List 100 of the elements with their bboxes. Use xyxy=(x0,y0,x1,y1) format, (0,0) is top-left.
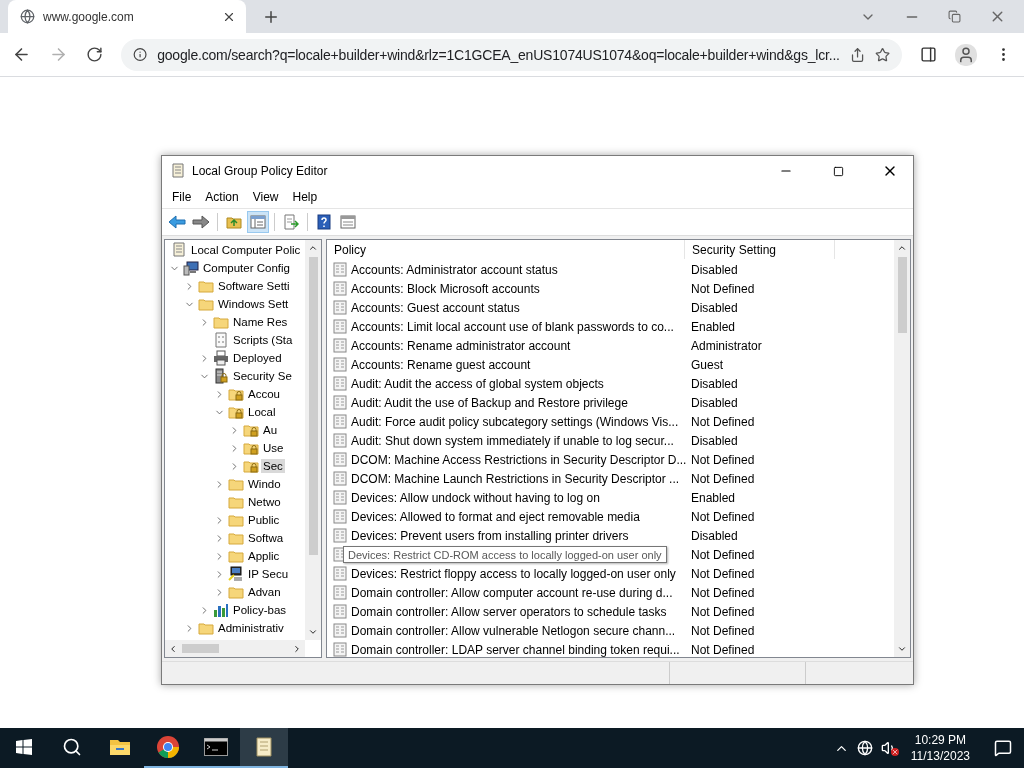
policy-icon xyxy=(333,281,347,296)
properties-view-icon xyxy=(340,215,356,229)
tree-item[interactable]: Public xyxy=(246,513,282,527)
forward-arrow-icon xyxy=(192,215,210,229)
scroll-icon xyxy=(254,736,274,758)
bookmark-star-icon[interactable] xyxy=(874,46,890,63)
menu-item[interactable]: Action xyxy=(198,190,246,204)
locked-folder-icon xyxy=(243,422,259,438)
security-setting: Enabled xyxy=(690,490,736,505)
back-icon[interactable] xyxy=(12,45,31,64)
tree-item[interactable]: Sec xyxy=(261,459,285,473)
scroll-up-icon[interactable] xyxy=(308,243,318,253)
policy-name: Devices: Allowed to format and eject removable media xyxy=(351,509,640,524)
server-lock-icon xyxy=(213,368,229,384)
policy-name: Audit: Force audit policy subcategory settings (Windows Vis... xyxy=(351,414,679,429)
menu-item[interactable]: Help xyxy=(285,190,325,204)
vertical-scrollbar[interactable] xyxy=(305,240,321,640)
policy-icon xyxy=(333,262,347,277)
policy-icon xyxy=(333,585,347,600)
policy-name: Domain controller: Allow server operators to schedule tasks xyxy=(351,604,667,619)
folder-icon xyxy=(198,620,214,636)
menu-item[interactable]: File xyxy=(165,190,199,204)
security-setting: Not Defined xyxy=(690,471,755,486)
vertical-scrollbar[interactable] xyxy=(894,240,910,657)
tree-item[interactable]: Au xyxy=(261,423,280,437)
locked-folder-icon xyxy=(243,458,259,474)
column-header[interactable]: Policy xyxy=(327,240,685,259)
policy-icon xyxy=(333,604,347,619)
folder-icon xyxy=(228,512,244,528)
share-icon[interactable] xyxy=(849,46,865,63)
policy-icon xyxy=(333,566,347,581)
tree-item[interactable]: Netwo xyxy=(246,495,283,509)
security-setting: Disabled xyxy=(690,528,738,543)
scrollbar-thumb[interactable] xyxy=(308,257,318,555)
scroll-left-icon[interactable] xyxy=(168,643,178,654)
locked-folder-icon xyxy=(228,404,244,420)
scrollbar-thumb[interactable] xyxy=(182,644,219,653)
notifications-icon[interactable] xyxy=(994,739,1012,757)
tree-item[interactable]: Softwa xyxy=(246,531,286,545)
tree-item[interactable]: Deployed xyxy=(231,351,284,365)
restore-icon[interactable] xyxy=(948,10,961,23)
security-setting: Guest xyxy=(690,357,723,372)
windows-logo-icon xyxy=(16,739,32,755)
tree-item[interactable]: Windo xyxy=(246,477,283,491)
tree-item[interactable]: Applic xyxy=(246,549,282,563)
policy-icon xyxy=(333,509,347,524)
tree-item[interactable]: Use xyxy=(261,441,286,455)
clock-time[interactable]: 10:29 PM xyxy=(914,733,967,747)
window-title: Local Group Policy Editor xyxy=(192,164,329,178)
scrollbar-thumb[interactable] xyxy=(897,257,907,333)
volume-muted-icon[interactable] xyxy=(880,740,897,756)
tree-item[interactable]: Software Setti xyxy=(216,279,292,293)
profile-icon[interactable] xyxy=(955,43,977,66)
help-icon xyxy=(317,214,331,230)
info-icon[interactable] xyxy=(133,47,148,62)
clock-date[interactable]: 11/13/2023 xyxy=(910,749,970,763)
address-bar[interactable]: google.com/search?q=locale+builder+wind&rlz=1C1GCEA_enUS1074US1074&oq=locale+builder+wind&gs_lcr... xyxy=(121,38,902,71)
tree-item[interactable]: Administrativ xyxy=(216,621,286,635)
browser-tab[interactable]: www.google.com xyxy=(8,0,246,33)
security-setting: Disabled xyxy=(690,262,738,277)
tree-item[interactable]: Accou xyxy=(246,387,282,401)
terminal-icon xyxy=(204,738,228,756)
folder-icon xyxy=(109,738,131,756)
taskbar-app-button[interactable] xyxy=(240,728,288,768)
menu-item[interactable]: View xyxy=(245,190,286,204)
tree-item[interactable]: Computer Config xyxy=(201,261,292,275)
policy-icon xyxy=(333,395,347,410)
network-icon[interactable] xyxy=(856,740,873,756)
reload-icon[interactable] xyxy=(86,46,103,63)
scroll-right-icon[interactable] xyxy=(292,643,302,654)
policy-icon xyxy=(333,319,347,334)
tree-item[interactable]: Local xyxy=(246,405,278,419)
tree-item[interactable]: Advan xyxy=(246,585,283,599)
side-panel-icon[interactable] xyxy=(920,46,937,63)
policy-name: Accounts: Administrator account status xyxy=(351,262,558,277)
tree-item[interactable]: Policy-bas xyxy=(231,603,289,617)
chrome-logo-icon xyxy=(156,735,180,759)
tree-item[interactable]: Scripts (Sta xyxy=(231,333,295,347)
tree-item[interactable]: Windows Sett xyxy=(216,297,291,311)
policy-name: Accounts: Rename guest account xyxy=(351,357,531,372)
tooltip: Devices: Restrict CD-ROM access to locally logged-on user only xyxy=(343,546,667,563)
policy-icon xyxy=(333,452,347,467)
policy-name: Domain controller: Allow computer account re-use during d... xyxy=(351,585,673,600)
security-setting: Administrator xyxy=(690,338,762,353)
column-header[interactable]: Security Setting xyxy=(685,240,835,259)
search-icon xyxy=(62,737,82,757)
folder-icon xyxy=(228,494,244,510)
scroll-down-icon[interactable] xyxy=(308,627,318,637)
tree-item[interactable]: IP Secu xyxy=(246,567,291,581)
maximize-icon xyxy=(832,165,844,177)
folder-icon xyxy=(198,296,214,312)
horizontal-scrollbar[interactable] xyxy=(165,640,305,657)
tree-item[interactable]: Security Se xyxy=(231,369,294,383)
tree-item[interactable]: Local Computer Polic xyxy=(189,243,303,257)
url-text: google.com/search?q=locale+builder+wind&rlz=1C1GCEA_enUS1074US1074&oq=locale+builder+wind&gs_lcr... xyxy=(157,46,840,63)
scroll-down-icon[interactable] xyxy=(897,644,907,654)
security-setting: Not Defined xyxy=(690,623,755,638)
scroll-up-icon[interactable] xyxy=(897,243,907,253)
tree-item[interactable]: Name Res xyxy=(231,315,290,329)
policy-icon xyxy=(333,338,347,353)
